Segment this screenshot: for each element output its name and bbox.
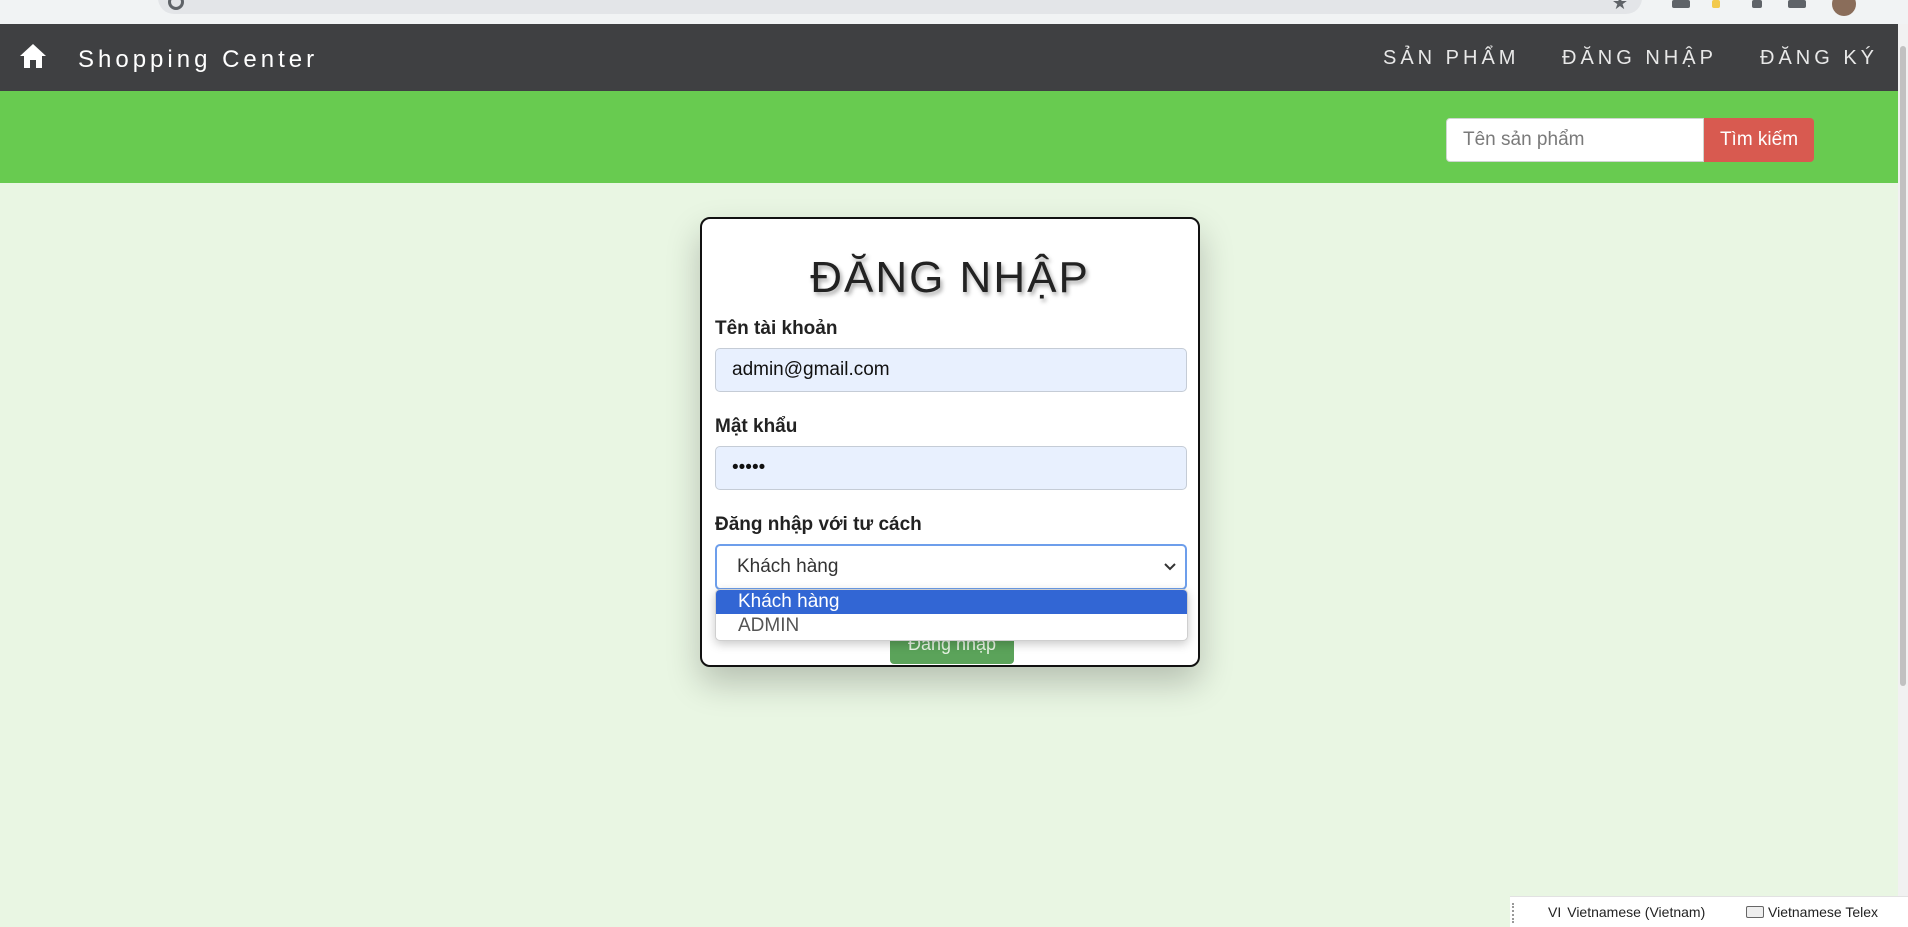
input-method[interactable]: Vietnamese Telex	[1768, 904, 1878, 920]
login-title: ĐĂNG NHẬP	[810, 253, 1090, 302]
keyboard-icon	[1746, 906, 1764, 918]
browser-toolbar: ★	[0, 0, 1908, 24]
extension-icon[interactable]	[1788, 0, 1806, 8]
role-select[interactable]: Khách hàng	[715, 544, 1187, 590]
password-input[interactable]	[715, 446, 1187, 490]
role-label: Đăng nhập với tư cách	[715, 514, 922, 535]
scrollbar-thumb[interactable]	[1900, 46, 1906, 686]
extension-icon[interactable]	[1672, 0, 1690, 8]
language-name: Vietnamese (Vietnam)	[1567, 904, 1706, 920]
brand-title[interactable]: Shopping Center	[78, 46, 318, 74]
password-label: Mật khẩu	[715, 416, 798, 437]
search-button[interactable]: Tìm kiếm	[1704, 118, 1814, 162]
extension-icon[interactable]	[1712, 0, 1720, 8]
language-bar: VI Vietnamese (Vietnam) Vietnamese Telex	[1510, 896, 1908, 927]
home-icon[interactable]	[18, 42, 48, 70]
site-info-icon[interactable]	[168, 0, 184, 10]
nav-item-register[interactable]: ĐĂNG KÝ	[1760, 47, 1878, 70]
bookmark-star-icon[interactable]: ★	[1612, 0, 1628, 12]
role-select-value: Khách hàng	[737, 556, 839, 577]
username-input[interactable]	[715, 348, 1187, 392]
chevron-down-icon	[1164, 563, 1176, 571]
language-code: VI	[1548, 904, 1562, 920]
username-label: Tên tài khoản	[715, 318, 838, 339]
nav-item-products[interactable]: SẢN PHẨM	[1383, 47, 1519, 70]
nav-item-login[interactable]: ĐĂNG NHẬP	[1562, 47, 1717, 70]
search-input[interactable]	[1446, 118, 1704, 162]
language-indicator[interactable]: VI Vietnamese (Vietnam)	[1548, 904, 1705, 920]
top-navbar: Shopping Center SẢN PHẨM ĐĂNG NHẬP ĐĂNG …	[0, 24, 1898, 91]
page-scrollbar[interactable]	[1898, 24, 1908, 926]
role-option-customer[interactable]: Khách hàng	[716, 590, 1187, 614]
role-options-list: Khách hàng ADMIN	[715, 589, 1188, 641]
extension-icon[interactable]	[1752, 0, 1762, 8]
address-bar[interactable]: ★	[158, 0, 1642, 14]
language-bar-grip[interactable]	[1512, 903, 1516, 923]
profile-avatar[interactable]	[1832, 0, 1856, 16]
role-option-admin[interactable]: ADMIN	[716, 614, 1187, 638]
